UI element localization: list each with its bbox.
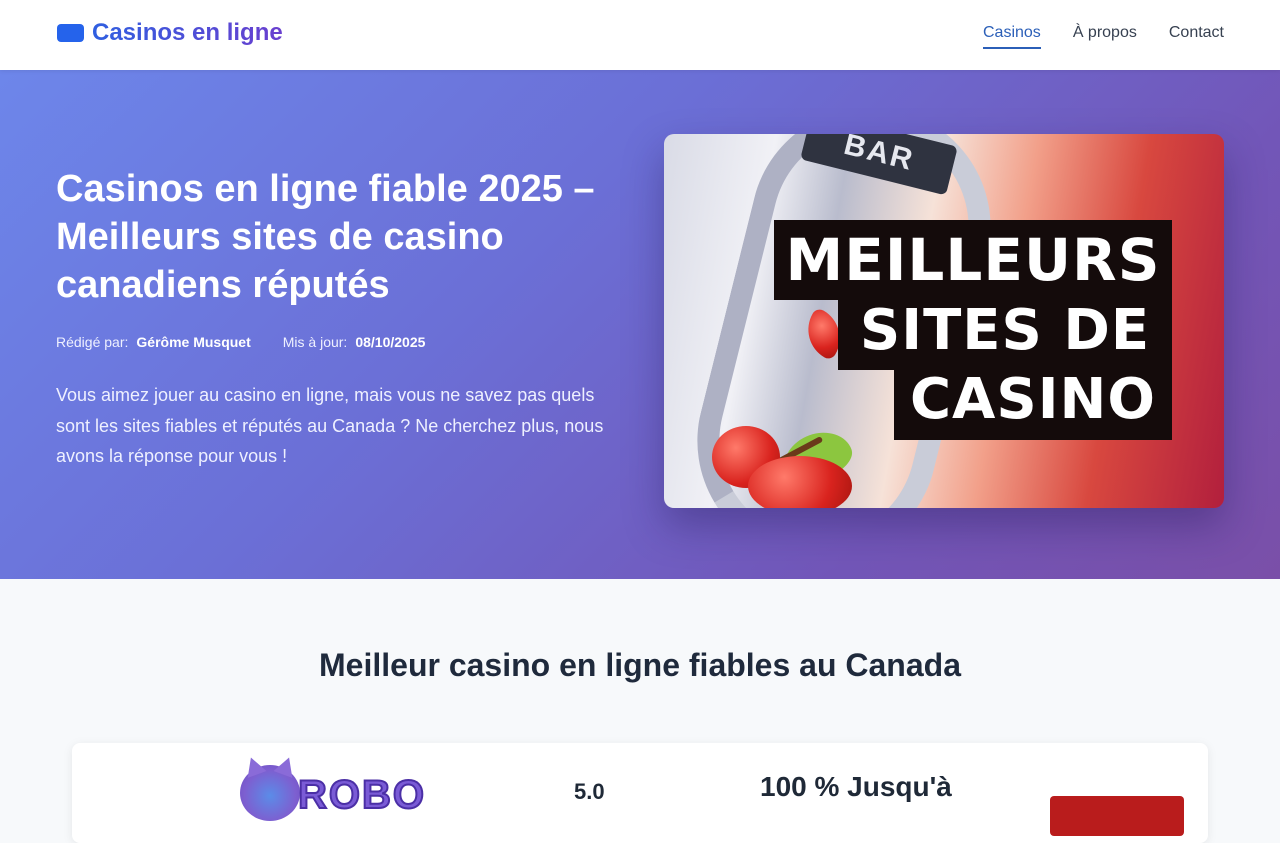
cat-ear-icon	[273, 754, 299, 778]
casino-brand-name: ROBO	[297, 772, 426, 818]
page-title: Casinos en ligne fiable 2025 – Meilleurs…	[56, 168, 595, 306]
nav-link-contact[interactable]: Contact	[1169, 24, 1224, 49]
site-logo-text: Casinos en ligne	[92, 19, 283, 46]
casino-card: ROBO 5.0 100 % Jusqu'à	[72, 743, 1208, 843]
cherry-icon	[748, 456, 852, 508]
updated-meta: Mis à jour: 08/10/2025	[283, 334, 426, 350]
nav-link-about[interactable]: À propos	[1073, 24, 1137, 49]
hero-image: BAR MEILLEURS SITES DE CASINO	[664, 134, 1224, 508]
casino-rating: 5.0	[574, 779, 605, 804]
updated-date: 08/10/2025	[355, 334, 426, 350]
robot-cat-icon	[240, 754, 300, 821]
main-nav: Casinos À propos Contact	[983, 24, 1224, 49]
article-meta: Rédigé par: Gérôme Musquet Mis à jour: 08/…	[56, 334, 425, 350]
sign-line-1: MEILLEURS	[774, 220, 1172, 300]
sign-line-3: CASINO	[894, 358, 1172, 440]
play-button[interactable]	[1050, 796, 1184, 836]
author-meta: Rédigé par: Gérôme Musquet	[56, 334, 251, 350]
hero-section: Casinos en ligne fiable 2025 – Meilleurs…	[0, 70, 1280, 579]
card-icon	[57, 24, 84, 42]
casino-logo[interactable]: ROBO	[240, 754, 426, 825]
cat-ear-icon	[241, 754, 267, 778]
site-header: Casinos en ligne Casinos À propos Contac…	[0, 0, 1280, 70]
section-title: Meilleur casino en ligne fiables au Cana…	[319, 647, 961, 683]
site-logo[interactable]: Casinos en ligne	[57, 19, 283, 47]
author-name: Gérôme Musquet	[136, 334, 251, 350]
hero-description: Vous aimez jouer au casino en ligne, mai…	[56, 385, 604, 466]
casino-bonus: 100 % Jusqu'à	[760, 771, 952, 802]
nav-link-casinos[interactable]: Casinos	[983, 24, 1041, 49]
updated-label: Mis à jour:	[282, 334, 348, 350]
author-label: Rédigé par:	[56, 334, 129, 350]
